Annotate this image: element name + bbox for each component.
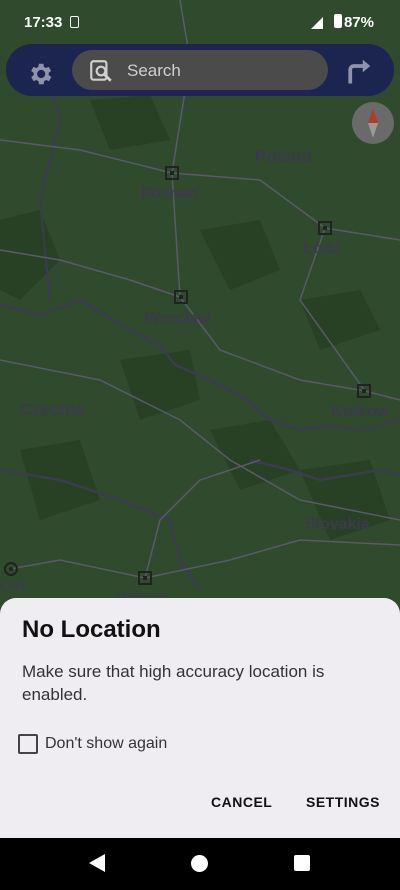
turn-right-icon[interactable] <box>344 56 374 86</box>
dialog-title: No Location <box>22 616 161 643</box>
map-label-lodz: Łódź <box>303 240 341 257</box>
battery-icon <box>334 14 342 28</box>
map-label-krakow: Krakow <box>331 403 389 420</box>
compass-icon <box>368 108 378 138</box>
map-label-linz: Linz <box>0 578 26 593</box>
map-label-poznan: Poznan <box>141 185 198 202</box>
map-label-wroclaw: Wrocław <box>145 310 211 327</box>
map-label-slovakia: Slovakia <box>305 516 370 533</box>
gear-icon[interactable] <box>26 60 54 88</box>
status-bar: 17:33 87% <box>0 0 400 44</box>
search-input[interactable]: Search <box>72 50 328 90</box>
battery-percent: 87% <box>343 14 374 31</box>
status-time: 17:33 <box>24 14 63 31</box>
recents-icon[interactable] <box>294 855 310 871</box>
dialog-message: Make sure that high accuracy location is… <box>22 662 325 704</box>
compass-button[interactable] <box>352 102 394 144</box>
back-icon[interactable] <box>89 854 105 872</box>
search-icon <box>90 60 112 82</box>
dont-show-again-label[interactable]: Don't show again <box>45 735 167 753</box>
cancel-button[interactable]: CANCEL <box>211 794 272 810</box>
dont-show-again-checkbox[interactable] <box>18 734 38 754</box>
home-icon[interactable] <box>191 855 208 872</box>
no-location-dialog: No Location Make sure that high accuracy… <box>0 598 400 838</box>
search-placeholder: Search <box>127 61 181 80</box>
signal-icon <box>311 17 323 29</box>
map-label-poland: Poland <box>255 147 312 166</box>
settings-button[interactable]: SETTINGS <box>306 794 380 810</box>
map-label-czechia: Czechia <box>20 400 85 419</box>
sim-icon <box>70 16 79 28</box>
